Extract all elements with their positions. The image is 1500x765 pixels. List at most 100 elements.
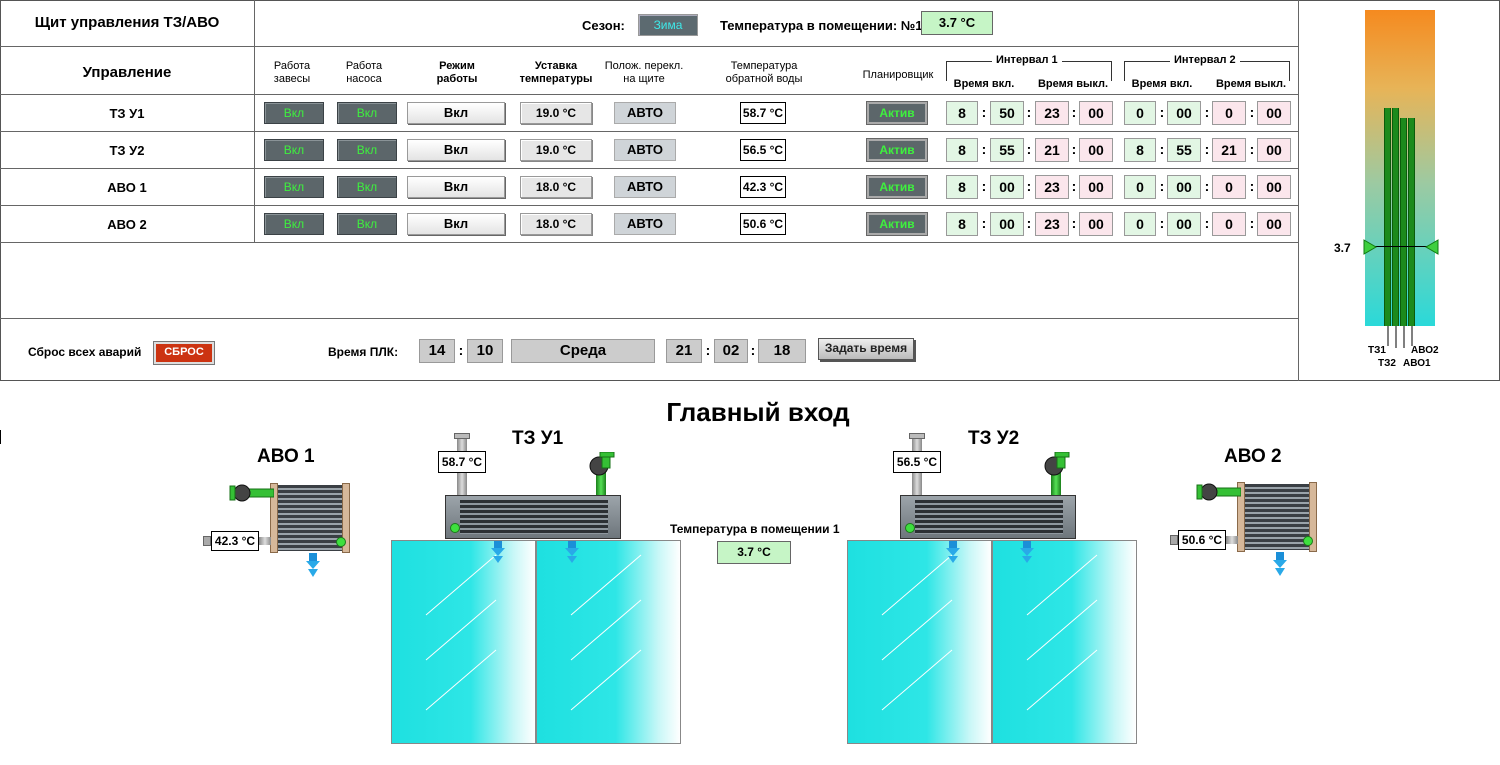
mode-button[interactable]: Вкл: [407, 213, 505, 235]
pump-work-button[interactable]: Вкл: [337, 176, 397, 198]
interval1-off-minute[interactable]: 00: [1079, 101, 1113, 125]
scheduler-button[interactable]: Актив: [866, 101, 928, 125]
setpoint-field[interactable]: 19.0 °C: [520, 102, 592, 124]
avo2-valve-icon: [1196, 483, 1241, 501]
interval1-on-minute[interactable]: 55: [990, 138, 1024, 162]
setpoint-field[interactable]: 18.0 °C: [520, 213, 592, 235]
interval2-on-minute[interactable]: 00: [1167, 175, 1201, 199]
scheduler-button[interactable]: Актив: [866, 175, 928, 199]
gauge-marker-icon: [1363, 239, 1439, 255]
return-temp: 50.6 °C: [740, 213, 786, 235]
curtain-work-button[interactable]: Вкл: [264, 176, 324, 198]
colon: :: [1204, 215, 1210, 231]
pipe-cap: [909, 433, 925, 439]
interval1-on-minute[interactable]: 00: [990, 175, 1024, 199]
interval2-off-hour[interactable]: 0: [1212, 175, 1246, 199]
interval1-off-minute[interactable]: 00: [1079, 212, 1113, 236]
divider: [0, 242, 1299, 243]
avo1-title: АВО 1: [257, 446, 315, 467]
col-curtain-work: Работа завесы: [273, 60, 311, 85]
pipe: [259, 537, 271, 545]
interval1-off-hour[interactable]: 23: [1035, 212, 1069, 236]
divider: [0, 131, 1299, 132]
divider: [0, 46, 1299, 47]
interval2-on-hour[interactable]: 0: [1124, 175, 1156, 199]
interval2-off-hour[interactable]: 0: [1212, 101, 1246, 125]
divider: [0, 168, 1299, 169]
curtain-work-button[interactable]: Вкл: [264, 139, 324, 161]
interval2-on-minute[interactable]: 00: [1167, 212, 1201, 236]
interval1-off-hour[interactable]: 21: [1035, 138, 1069, 162]
interval2-label: Интервал 2: [1170, 54, 1240, 66]
room-temp-label: Температура в помещении: №1: [720, 18, 923, 33]
row-label: ТЗ У1: [109, 106, 145, 121]
interval2-on-minute[interactable]: 55: [1167, 138, 1201, 162]
tz1-title: ТЗ У1: [512, 428, 564, 449]
pump-work-button[interactable]: Вкл: [337, 102, 397, 124]
curtain-work-button[interactable]: Вкл: [264, 102, 324, 124]
gauge-label-avo1: АВО1: [1403, 358, 1431, 369]
reset-button[interactable]: СБРОС: [153, 341, 215, 365]
scheduler-button[interactable]: Актив: [866, 212, 928, 236]
row-label: АВО 2: [107, 217, 147, 232]
row-label: АВО 1: [107, 180, 147, 195]
colon: :: [1026, 215, 1032, 231]
interval1-on-hour[interactable]: 8: [946, 212, 978, 236]
scheduler-button[interactable]: Актив: [866, 138, 928, 162]
set-time-button[interactable]: Задать время: [818, 338, 914, 360]
interval1-on-minute[interactable]: 50: [990, 101, 1024, 125]
plc-minute: 10: [467, 339, 503, 363]
interval1-off-minute[interactable]: 00: [1079, 175, 1113, 199]
interval2-on-minute[interactable]: 00: [1167, 101, 1201, 125]
mode-button[interactable]: Вкл: [407, 139, 505, 161]
tz2-drip-icon: [946, 541, 960, 563]
interval1-time-on: Время вкл.: [953, 78, 1015, 90]
interval2-off-minute[interactable]: 00: [1257, 212, 1291, 236]
tz1-temp: 58.7 °C: [438, 451, 486, 473]
pipe-cap: [454, 433, 470, 439]
interval1-on-hour[interactable]: 8: [946, 175, 978, 199]
interval1-on-minute[interactable]: 00: [990, 212, 1024, 236]
mode-button[interactable]: Вкл: [407, 102, 505, 124]
interval2-on-hour[interactable]: 8: [1124, 138, 1156, 162]
curtain-work-button[interactable]: Вкл: [264, 213, 324, 235]
season-button[interactable]: Зима: [638, 14, 698, 36]
avo2-temp: 50.6 °C: [1178, 530, 1226, 550]
interval2-on-hour[interactable]: 0: [1124, 101, 1156, 125]
interval1-off-minute[interactable]: 00: [1079, 138, 1113, 162]
row-label: ТЗ У2: [109, 143, 145, 158]
tz2-drip-icon: [1020, 541, 1034, 563]
avo2-drip-icon: [1273, 552, 1287, 576]
colon: :: [1026, 178, 1032, 194]
return-temp: 56.5 °C: [740, 139, 786, 161]
interval2-on-hour[interactable]: 0: [1124, 212, 1156, 236]
interval1-on-hour[interactable]: 8: [946, 101, 978, 125]
tz2-unit[interactable]: [900, 495, 1076, 539]
reset-label: Сброс всех аварий: [28, 345, 142, 359]
colon: :: [1204, 178, 1210, 194]
pump-work-button[interactable]: Вкл: [337, 139, 397, 161]
interval2-off-hour[interactable]: 21: [1212, 138, 1246, 162]
mode-button[interactable]: Вкл: [407, 176, 505, 198]
interval2-off-minute[interactable]: 00: [1257, 138, 1291, 162]
setpoint-field[interactable]: 19.0 °C: [520, 139, 592, 161]
interval1-off-hour[interactable]: 23: [1035, 101, 1069, 125]
interval1-on-hour[interactable]: 8: [946, 138, 978, 162]
interval1-off-hour[interactable]: 23: [1035, 175, 1069, 199]
col-switch-pos: Полож. перекл. на щите: [604, 60, 684, 85]
colon: :: [1071, 215, 1077, 231]
colon: :: [981, 141, 987, 157]
tz1-unit[interactable]: [445, 495, 621, 539]
colon: :: [1026, 104, 1032, 120]
interval2-off-hour[interactable]: 0: [1212, 212, 1246, 236]
interval2-off-minute[interactable]: 00: [1257, 175, 1291, 199]
gauge-bar-tz1: [1384, 108, 1391, 326]
interval2-off-minute[interactable]: 00: [1257, 101, 1291, 125]
pump-work-button[interactable]: Вкл: [337, 213, 397, 235]
setpoint-field[interactable]: 18.0 °C: [520, 176, 592, 198]
colon: :: [1071, 178, 1077, 194]
tz2-title: ТЗ У2: [968, 428, 1020, 449]
avo1-unit[interactable]: [270, 483, 350, 553]
gauge-label-tz1: ТЗ1: [1368, 345, 1386, 356]
avo2-unit[interactable]: [1237, 482, 1317, 552]
